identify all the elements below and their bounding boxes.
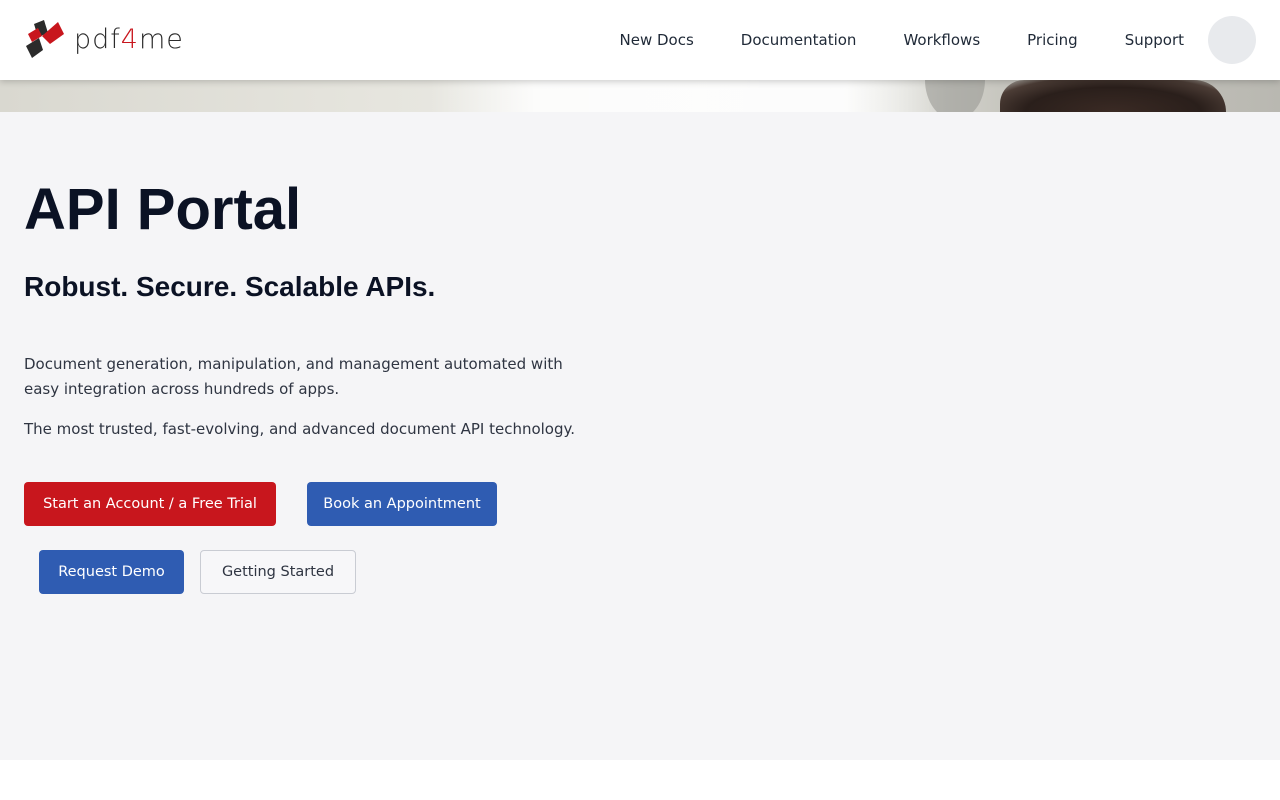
pdf4me-logo-icon	[26, 20, 64, 58]
nav-item-pricing[interactable]: Pricing	[1027, 31, 1078, 49]
site-header: pdf4me New Docs Documentation Workflows …	[0, 0, 1280, 80]
main-nav: New Docs Documentation Workflows Pricing…	[620, 0, 1280, 80]
logo-wordmark: pdf4me	[74, 24, 184, 55]
nav-item-support[interactable]: Support	[1125, 31, 1184, 49]
page-title: API Portal	[24, 177, 302, 242]
page-subtitle: Robust. Secure. Scalable APIs.	[24, 271, 436, 302]
hero-tagline: The most trusted, fast-evolving, and adv…	[24, 420, 576, 438]
book-appointment-button[interactable]: Book an Appointment	[307, 482, 497, 526]
hero-image-strip	[0, 80, 1280, 112]
page-footer-band	[0, 760, 1280, 800]
hero-image-shape	[925, 80, 985, 112]
pdf4me-logo[interactable]: pdf4me	[24, 20, 184, 60]
free-trial-button[interactable]: Start an Account / a Free Trial	[24, 482, 276, 526]
user-avatar[interactable]	[1208, 16, 1256, 64]
getting-started-button[interactable]: Getting Started	[200, 550, 356, 594]
nav-item-workflows[interactable]: Workflows	[903, 31, 980, 49]
hero-section: API Portal Robust. Secure. Scalable APIs…	[0, 112, 1280, 760]
hero-description: Document generation, manipulation, and m…	[24, 355, 563, 398]
request-demo-button[interactable]: Request Demo	[39, 550, 184, 594]
hero-image-highlight	[430, 80, 950, 112]
nav-item-documentation[interactable]: Documentation	[741, 31, 857, 49]
nav-item-new-docs[interactable]: New Docs	[620, 31, 694, 49]
hero-image-person	[1000, 80, 1226, 112]
